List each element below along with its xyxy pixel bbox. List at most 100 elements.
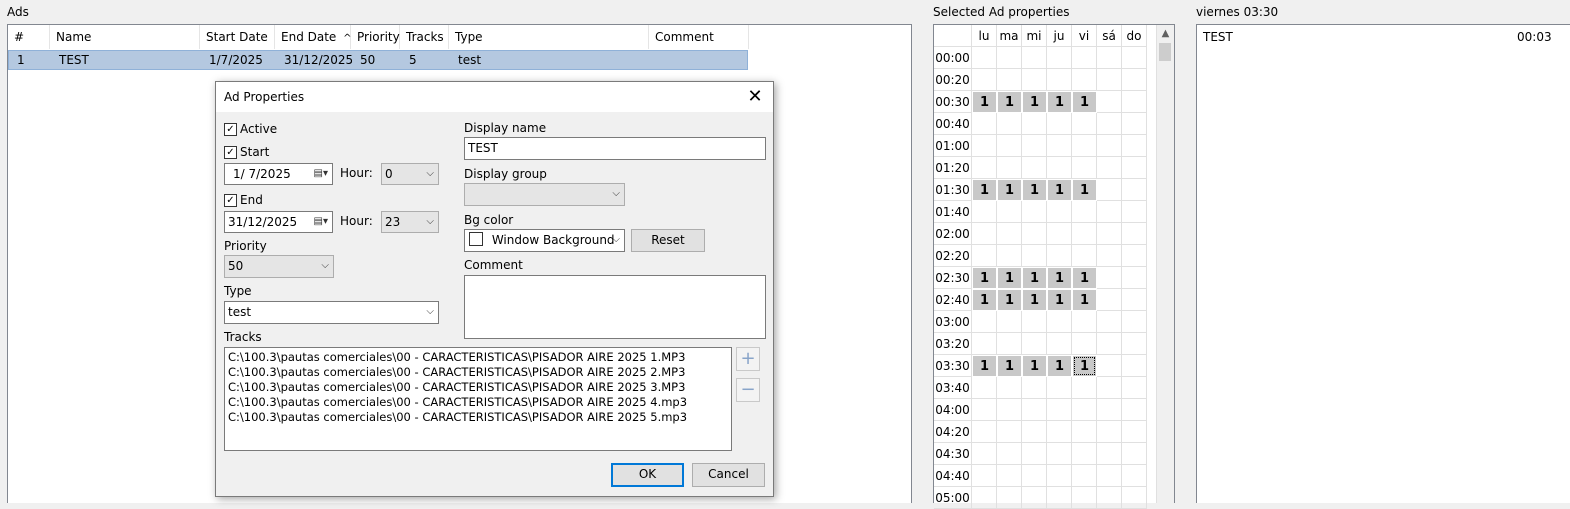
schedule-cell[interactable] (997, 47, 1022, 69)
schedule-cell[interactable] (1122, 69, 1147, 91)
schedule-cell[interactable] (997, 333, 1022, 355)
schedule-cell[interactable] (1072, 69, 1097, 91)
schedule-cell[interactable] (1047, 443, 1072, 465)
schedule-cell[interactable]: 1 (997, 91, 1022, 113)
schedule-cell[interactable] (972, 377, 997, 399)
schedule-cell[interactable] (1122, 267, 1147, 289)
schedule-cell[interactable] (997, 223, 1022, 245)
time-label[interactable]: 03:30 (934, 355, 972, 377)
schedule-cell[interactable] (1072, 399, 1097, 421)
schedule-cell[interactable] (972, 223, 997, 245)
schedule-cell[interactable] (1122, 355, 1147, 377)
schedule-cell[interactable] (1122, 399, 1147, 421)
schedule-cell[interactable] (972, 333, 997, 355)
schedule-cell[interactable] (1022, 399, 1047, 421)
schedule-cell[interactable] (1122, 333, 1147, 355)
schedule-cell[interactable] (1122, 223, 1147, 245)
schedule-cell[interactable]: 1 (1047, 179, 1072, 201)
remove-track-icon[interactable]: − (736, 378, 760, 402)
schedule-cell[interactable] (1122, 377, 1147, 399)
schedule-cell[interactable] (1047, 245, 1072, 267)
cancel-button[interactable]: Cancel (692, 463, 765, 487)
schedule-cell[interactable] (1122, 311, 1147, 333)
day-header-4[interactable]: vi (1072, 25, 1097, 47)
day-header-1[interactable]: ma (997, 25, 1022, 47)
schedule-cell[interactable]: 1 (972, 289, 997, 311)
chevron-down-icon[interactable]: ⌵ (426, 302, 434, 322)
schedule-cell[interactable] (1022, 311, 1047, 333)
schedule-cell[interactable] (1097, 267, 1122, 289)
schedule-cell[interactable] (1072, 333, 1097, 355)
day-header-2[interactable]: mi (1022, 25, 1047, 47)
schedule-cell[interactable] (1097, 201, 1122, 223)
day-header-5[interactable]: sá (1097, 25, 1122, 47)
schedule-cell[interactable] (997, 487, 1022, 509)
schedule-cell[interactable] (1047, 487, 1072, 509)
schedule-cell[interactable]: 1 (997, 355, 1022, 377)
schedule-cell[interactable] (972, 113, 997, 135)
schedule-cell[interactable] (1072, 311, 1097, 333)
time-label[interactable]: 05:00 (934, 487, 972, 509)
schedule-cell[interactable] (972, 421, 997, 443)
calendar-dropdown-icon[interactable]: ▤▾ (314, 164, 328, 184)
schedule-cell[interactable] (1097, 245, 1122, 267)
schedule-cell[interactable] (1022, 245, 1047, 267)
reset-button[interactable]: Reset (631, 229, 705, 252)
list-item[interactable]: C:\100.3\pautas comerciales\00 - CARACTE… (228, 380, 728, 395)
schedule-cell[interactable] (1097, 399, 1122, 421)
schedule-cell[interactable] (997, 135, 1022, 157)
col-header-name[interactable]: Name (50, 25, 200, 49)
schedule-cell[interactable]: 1 (1047, 267, 1072, 289)
schedule-cell[interactable] (1097, 421, 1122, 443)
schedule-cell[interactable] (1022, 443, 1047, 465)
schedule-cell[interactable] (1022, 157, 1047, 179)
time-label[interactable]: 00:00 (934, 47, 972, 69)
active-checkbox[interactable]: ✓ (224, 123, 237, 136)
schedule-cell[interactable] (1122, 47, 1147, 69)
schedule-cell[interactable] (1097, 289, 1122, 311)
schedule-cell[interactable] (997, 377, 1022, 399)
schedule-cell[interactable]: 1 (997, 179, 1022, 201)
schedule-cell[interactable] (1072, 223, 1097, 245)
time-label[interactable]: 02:30 (934, 267, 972, 289)
schedule-cell[interactable] (1097, 487, 1122, 509)
schedule-cell[interactable] (972, 399, 997, 421)
col-header-tracks[interactable]: Tracks (400, 25, 449, 49)
schedule-cell[interactable] (1072, 421, 1097, 443)
schedule-cell[interactable] (972, 201, 997, 223)
schedule-cell[interactable] (1072, 245, 1097, 267)
schedule-cell[interactable] (1047, 201, 1072, 223)
time-label[interactable]: 03:00 (934, 311, 972, 333)
tracks-list[interactable]: C:\100.3\pautas comerciales\00 - CARACTE… (224, 347, 732, 451)
end-hour-select[interactable]: 23 ⌵ (381, 211, 439, 233)
schedule-cell[interactable] (1047, 333, 1072, 355)
schedule-cell[interactable] (1022, 377, 1047, 399)
schedule-cell[interactable] (1047, 421, 1072, 443)
schedule-cell[interactable]: 1 (1072, 179, 1097, 201)
schedule-cell[interactable] (1097, 135, 1122, 157)
schedule-cell[interactable] (1022, 135, 1047, 157)
schedule-cell[interactable] (1072, 443, 1097, 465)
schedule-cell[interactable]: 1 (1022, 179, 1047, 201)
schedule-cell[interactable] (1122, 91, 1147, 113)
schedule-cell[interactable] (1122, 157, 1147, 179)
col-header-type[interactable]: Type (449, 25, 649, 49)
schedule-cell[interactable]: 1 (1072, 91, 1097, 113)
schedule-cell[interactable] (1047, 223, 1072, 245)
schedule-cell[interactable] (972, 47, 997, 69)
ok-button[interactable]: OK (611, 463, 684, 487)
time-label[interactable]: 00:20 (934, 69, 972, 91)
schedule-cell[interactable] (1097, 91, 1122, 113)
schedule-cell[interactable] (972, 245, 997, 267)
schedule-cell[interactable] (972, 465, 997, 487)
schedule-cell[interactable] (1122, 179, 1147, 201)
schedule-cell[interactable]: 1 (972, 267, 997, 289)
time-label[interactable]: 02:00 (934, 223, 972, 245)
schedule-cell[interactable] (1072, 113, 1097, 135)
close-icon[interactable]: ✕ (741, 84, 769, 110)
schedule-cell[interactable] (1097, 47, 1122, 69)
time-label[interactable]: 01:30 (934, 179, 972, 201)
list-item[interactable]: C:\100.3\pautas comerciales\00 - CARACTE… (228, 350, 728, 365)
schedule-cell[interactable] (1022, 69, 1047, 91)
schedule-cell[interactable] (1097, 333, 1122, 355)
